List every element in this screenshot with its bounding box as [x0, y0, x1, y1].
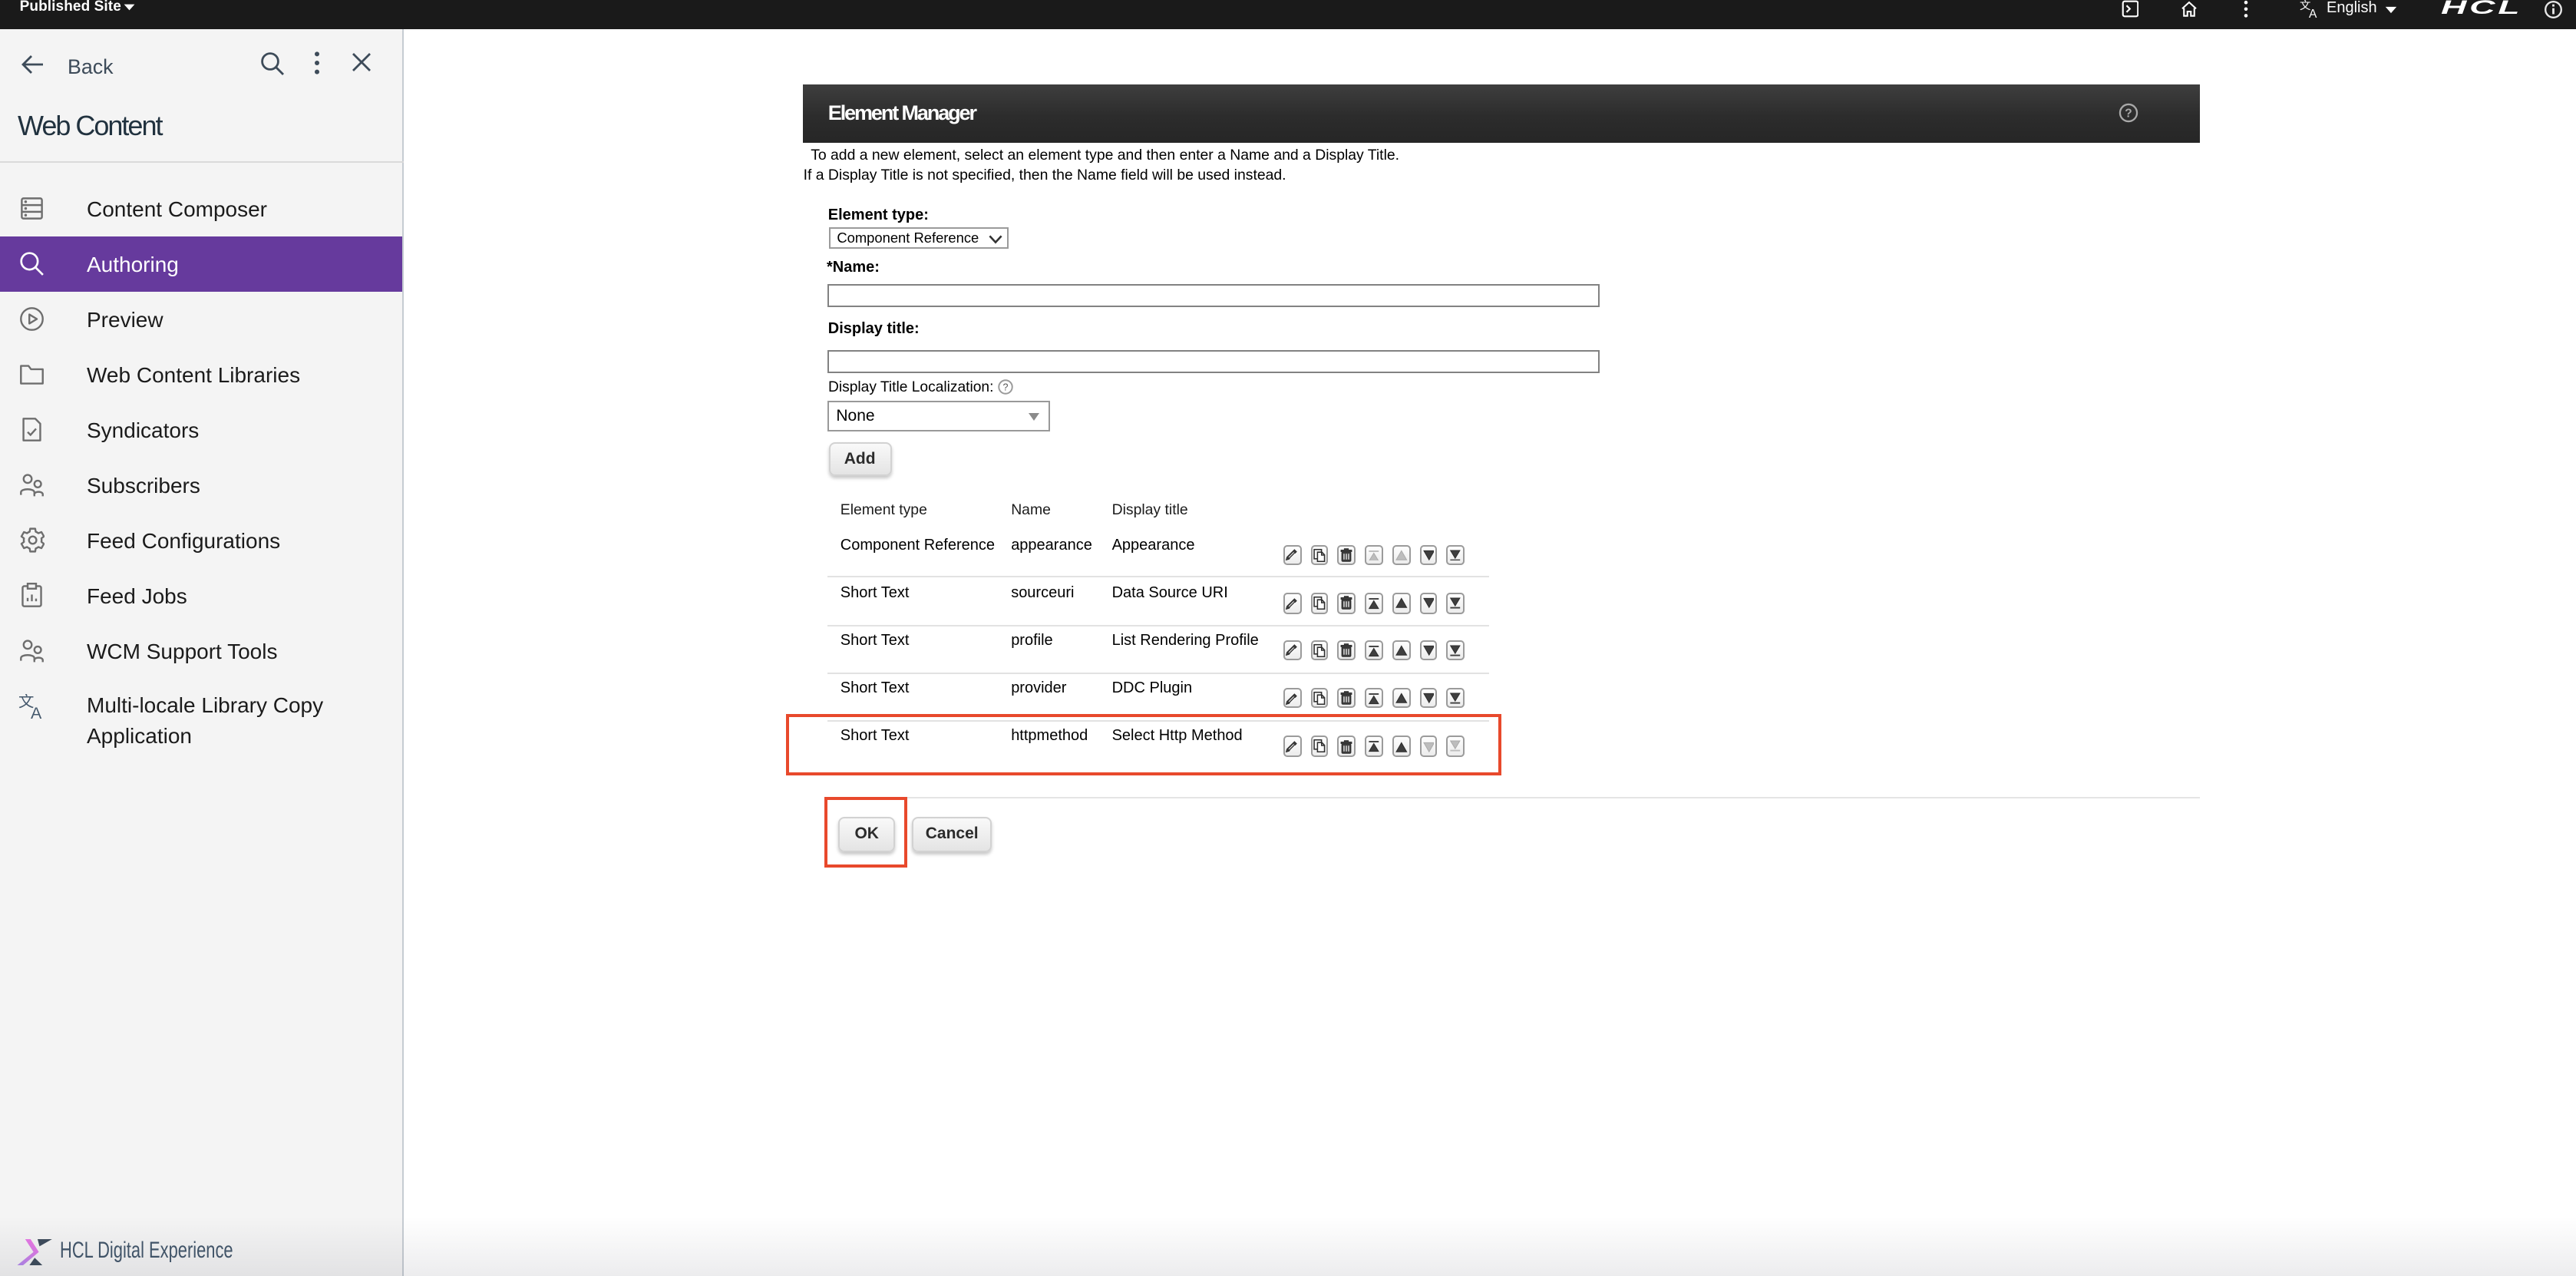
svg-text:A: A	[2308, 7, 2317, 18]
svg-text:A: A	[30, 704, 41, 721]
svg-text:?: ?	[2125, 107, 2132, 121]
svg-text:?: ?	[1002, 382, 1008, 393]
